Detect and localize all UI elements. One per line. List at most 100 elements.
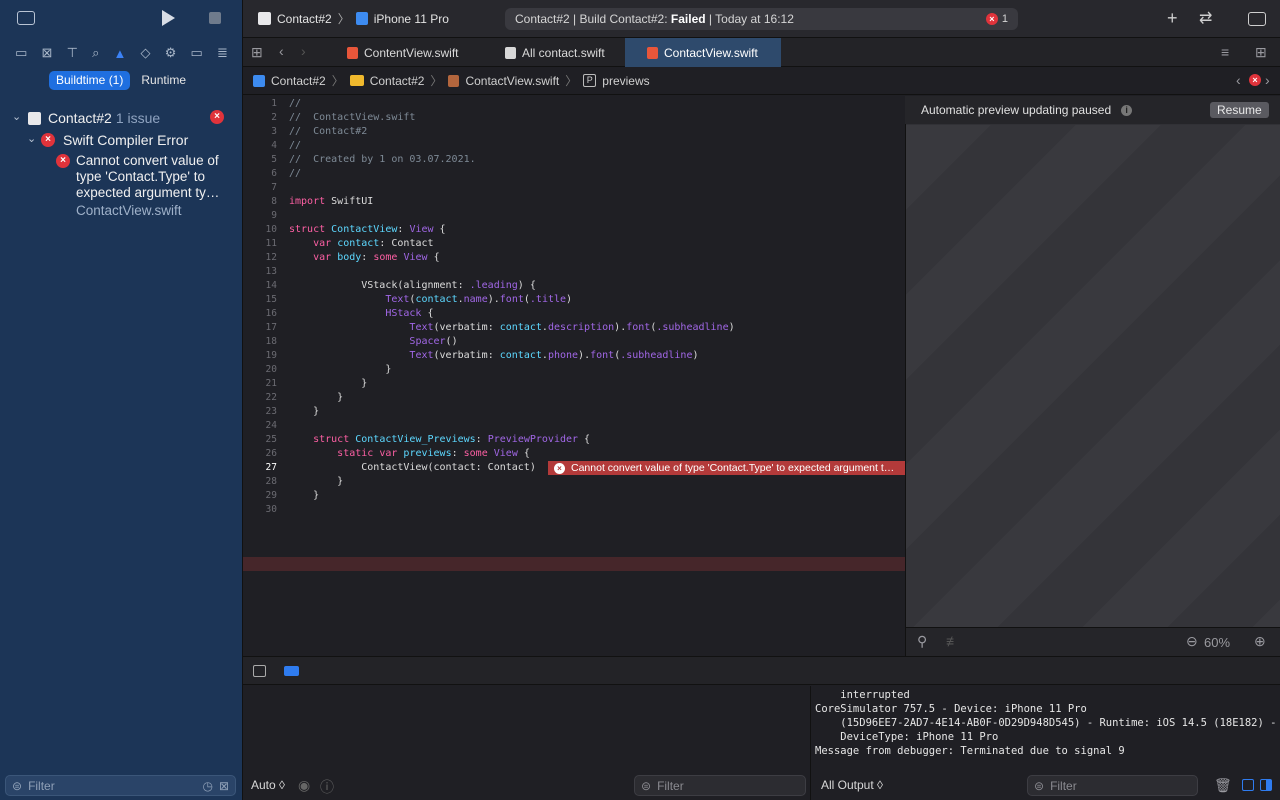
device-name[interactable]: iPhone 11 Pro — [374, 12, 449, 26]
console-filter-field[interactable]: ⊜ Filter — [1027, 775, 1198, 796]
add-icon[interactable]: + — [1167, 8, 1178, 29]
code-line[interactable]: static var previews: some View { — [289, 448, 530, 459]
hierarchy-icon[interactable]: ⊤ — [67, 45, 78, 61]
code-line[interactable]: HStack { — [289, 308, 433, 319]
variables-filter-field[interactable]: ⊜ Filter — [634, 775, 806, 796]
tab-contactview[interactable]: ContactView.swift — [625, 38, 781, 67]
code-line[interactable]: struct ContactView_Previews: PreviewProv… — [289, 434, 590, 445]
run-icon[interactable] — [162, 10, 175, 26]
left-pane-toggle-icon[interactable] — [1242, 779, 1254, 791]
auto-selector[interactable]: Auto ◊ — [251, 778, 285, 792]
tab-runtime[interactable]: Runtime — [134, 71, 193, 90]
code-line[interactable]: // Created by 1 on 03.07.2021. — [289, 154, 476, 165]
issue-navigator-icon[interactable]: ▲ — [114, 46, 127, 61]
code-line[interactable]: ContactView(contact: Contact) — [289, 462, 536, 473]
folder-icon[interactable]: ▭ — [15, 45, 27, 61]
sidebar-filter-field[interactable]: ⊜ Filter ◷ ⊠ — [5, 775, 236, 796]
line-number: 27 — [265, 462, 277, 473]
jump-project[interactable]: Contact#2 — [271, 74, 326, 88]
report-icon[interactable]: ≣ — [217, 45, 228, 61]
code-line[interactable]: // — [289, 168, 301, 179]
chevron-right-icon: 〉 — [337, 12, 350, 26]
chevron-down-icon[interactable]: ⌄ — [12, 110, 26, 123]
scheme-name[interactable]: Contact#2 — [277, 12, 332, 26]
code-line[interactable]: } — [289, 392, 343, 403]
jump-symbol[interactable]: previews — [602, 74, 649, 88]
editor-options-icon[interactable]: ≡ — [1221, 44, 1229, 60]
error-count[interactable]: 1 — [1002, 13, 1008, 25]
code-line[interactable]: } — [289, 490, 319, 501]
jump-file[interactable]: ContactView.swift — [465, 74, 559, 88]
code-line[interactable]: Text(verbatim: contact.phone).font(.subh… — [289, 350, 698, 361]
inspector-toggle-icon[interactable] — [1248, 12, 1266, 26]
pin-icon[interactable]: ⚲ — [917, 633, 927, 650]
code-line[interactable]: // — [289, 140, 301, 151]
zoom-in-icon[interactable]: ⊕ — [1254, 633, 1266, 650]
activity-status-bar[interactable]: Contact#2 | Build Contact#2: Failed | To… — [505, 8, 1018, 30]
line-number: 30 — [265, 504, 277, 515]
code-line[interactable]: var contact: Contact — [289, 238, 433, 249]
eye-icon[interactable]: ◉ — [298, 777, 310, 794]
recent-icon[interactable]: ◷ — [202, 779, 212, 793]
hide-debug-icon[interactable] — [253, 665, 266, 677]
inline-error-banner[interactable]: × Cannot convert value of type 'Contact.… — [548, 461, 905, 475]
test-icon[interactable]: ◇ — [141, 45, 151, 61]
code-line[interactable]: // ContactView.swift — [289, 112, 415, 123]
swap-arrows-icon[interactable]: ⇄ — [1199, 8, 1212, 28]
code-line[interactable]: struct ContactView: View { — [289, 224, 446, 235]
code-line[interactable]: Text(verbatim: contact.description).font… — [289, 322, 734, 333]
folder-icon — [349, 75, 364, 86]
debug-icon[interactable]: ⚙ — [165, 45, 177, 61]
code-line[interactable]: } — [289, 476, 343, 487]
right-pane-toggle-icon[interactable] — [1260, 779, 1272, 791]
chevron-down-icon[interactable]: ⌄ — [27, 132, 41, 145]
info-icon[interactable]: i — [1121, 104, 1133, 116]
output-selector[interactable]: All Output ◊ — [821, 778, 883, 792]
tab-buildtime[interactable]: Buildtime (1) — [49, 71, 131, 90]
code-line[interactable]: VStack(alignment: .leading) { — [289, 280, 536, 291]
issue-group-row[interactable]: ⌄ × Swift Compiler Error — [27, 132, 237, 148]
grid-icon[interactable]: ⊞ — [251, 44, 263, 61]
code-line[interactable]: var body: some View { — [289, 252, 440, 263]
code-line[interactable]: } — [289, 406, 319, 417]
code-line[interactable]: Text(contact.name).font(.title) — [289, 294, 572, 305]
tab-label: ContentView.swift — [364, 45, 459, 60]
code-line[interactable]: } — [289, 378, 367, 389]
prev-issue-icon[interactable]: ‹ — [1236, 72, 1241, 88]
code-line[interactable]: // — [289, 98, 301, 109]
preview-canvas[interactable] — [906, 125, 1280, 627]
navigator-selector-bar: ▭ ⊠ ⊤ ⌕ ▲ ◇ ⚙ ▭ ≣ — [0, 40, 243, 66]
search-icon[interactable]: ⌕ — [92, 45, 99, 61]
jump-group[interactable]: Contact#2 — [370, 74, 425, 88]
scheme-selector[interactable]: Contact#2 〉 iPhone 11 Pro — [258, 10, 449, 27]
code-line[interactable]: import SwiftUI — [289, 196, 373, 207]
trash-icon[interactable]: 🗑 — [1214, 777, 1232, 794]
source-editor[interactable]: 1 // 2 // ContactView.swift 3 // Contact#2 4 //… — [243, 96, 905, 656]
resume-button[interactable]: Resume — [1210, 102, 1269, 118]
code-line[interactable]: // Contact#2 — [289, 126, 367, 137]
next-issue-icon[interactable]: › — [1265, 72, 1270, 88]
info-icon[interactable]: ⓘ — [320, 777, 334, 797]
breakpoint-icon[interactable]: ▭ — [191, 45, 203, 61]
back-arrow-icon[interactable]: ‹ — [279, 43, 284, 59]
forward-arrow-icon[interactable]: › — [301, 43, 306, 59]
error-icon[interactable]: × — [1249, 74, 1261, 86]
breakpoints-toggle-icon[interactable] — [284, 666, 299, 676]
code-line[interactable]: Spacer() — [289, 336, 457, 347]
error-icon[interactable]: × — [985, 13, 998, 25]
source-control-icon[interactable]: ⊠ — [42, 45, 53, 61]
tab-contentview[interactable]: ContentView.swift — [341, 38, 473, 67]
adjust-icon[interactable]: ≢ — [946, 633, 960, 649]
code-line[interactable]: } — [289, 364, 391, 375]
issue-item[interactable]: Cannot convert value of type 'Contact.Ty… — [76, 153, 236, 219]
issue-project-row[interactable]: ⌄ Contact#2 1 issue — [12, 110, 234, 126]
issues-filter-icon[interactable]: ⊠ — [219, 779, 229, 793]
sidebar-toggle-icon[interactable] — [17, 11, 35, 25]
tab-all-contact[interactable]: All contact.swift — [499, 38, 624, 67]
stop-icon[interactable] — [209, 12, 221, 24]
inline-error-text: Cannot convert value of type 'Contact.Ty… — [571, 462, 895, 474]
add-editor-icon[interactable]: ⊞ — [1255, 44, 1267, 61]
zoom-level[interactable]: 60% — [1204, 635, 1230, 650]
zoom-out-icon[interactable]: ⊖ — [1186, 633, 1198, 650]
issue-group-name: Swift Compiler Error — [63, 132, 189, 148]
